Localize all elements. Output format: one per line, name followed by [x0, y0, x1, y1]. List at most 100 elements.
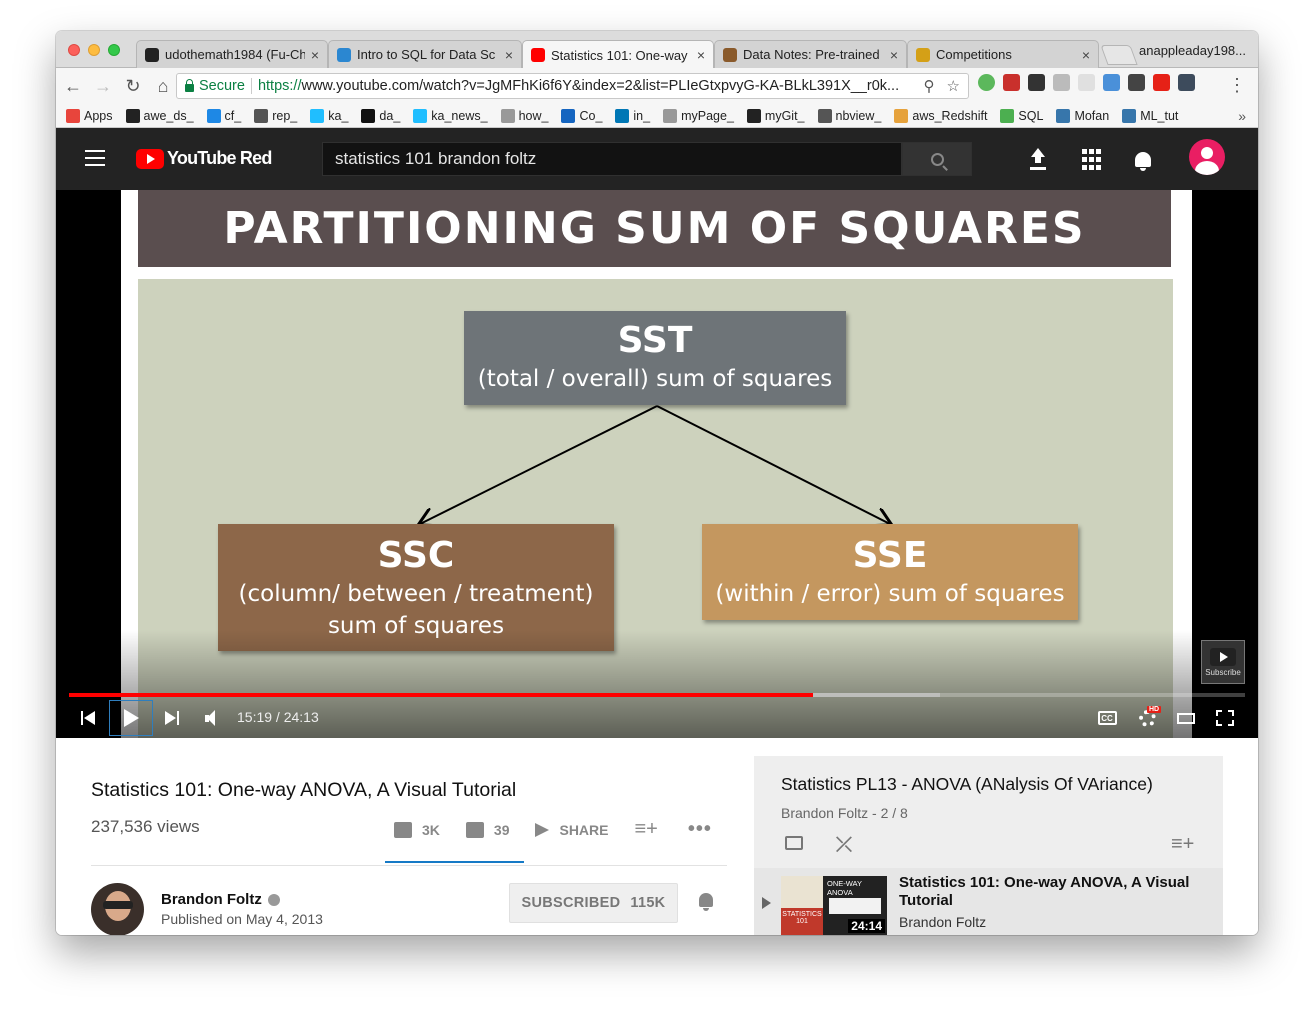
fullscreen-icon[interactable] [1214, 700, 1236, 736]
bookmark-item[interactable]: Co_ [561, 108, 603, 123]
loop-icon[interactable] [785, 836, 803, 850]
bookmark-item[interactable]: how_ [500, 108, 548, 123]
progress-bar[interactable] [69, 693, 1245, 697]
address-bar[interactable]: Secure https://www.youtube.com/watch?v=J… [176, 73, 969, 99]
search-button[interactable] [902, 142, 972, 176]
bookmark-label: Apps [84, 108, 113, 123]
bookmark-item[interactable]: awe_ds_ [125, 108, 194, 123]
profile-name[interactable]: anappleaday198... [1139, 43, 1246, 58]
tab-close-icon[interactable]: × [311, 47, 319, 63]
theater-mode-icon[interactable] [1175, 700, 1197, 736]
youtube-logo[interactable]: YouTube Red [136, 148, 272, 169]
bookmark-label: Co_ [579, 108, 603, 123]
bookmarks-overflow-icon[interactable]: » [1238, 108, 1246, 124]
extension-blue-icon[interactable] [1103, 74, 1120, 91]
search-input[interactable]: statistics 101 brandon foltz [322, 142, 902, 176]
bookmark-favicon-icon [254, 108, 269, 123]
notification-bell-icon[interactable] [697, 893, 715, 911]
video-title: Statistics 101: One-way ANOVA, A Visual … [91, 779, 517, 801]
tab-close-icon[interactable]: × [505, 47, 513, 63]
extension-dark-icon[interactable] [1178, 74, 1195, 91]
thumbs-down-icon [465, 821, 484, 838]
tab-3[interactable]: Statistics 101: One-way × [522, 40, 714, 69]
add-to-playlist-icon: ≡+ [634, 818, 658, 840]
bookmark-item[interactable]: Mofan [1056, 108, 1109, 123]
like-button[interactable]: 3K [394, 821, 440, 838]
bookmark-item[interactable]: aws_Redshift [894, 108, 987, 123]
bookmark-item[interactable]: Apps [66, 108, 113, 123]
browser-toolbar: ← → ↻ ⌂ Secure https://www.youtube.com/w… [56, 68, 1258, 104]
bookmark-item[interactable]: rep_ [254, 108, 297, 123]
playlist-item[interactable]: STATISTICS 101 ONE-WAY ANOVA 24:14 Stati… [754, 868, 1223, 935]
bookmark-item[interactable]: ka_ [310, 108, 348, 123]
tab-label: Competitions [936, 47, 1012, 62]
dislike-button[interactable]: 39 [465, 821, 509, 838]
bookmark-label: cf_ [224, 108, 242, 123]
minimize-window-button[interactable] [88, 44, 100, 56]
playlist-item-channel: Brandon Foltz [899, 914, 987, 930]
hamburger-menu-icon[interactable] [85, 150, 105, 166]
tab-5[interactable]: Competitions × [907, 40, 1099, 68]
bookmark-item[interactable]: in_ [615, 108, 650, 123]
reload-icon[interactable]: ↻ [120, 73, 146, 99]
tab-close-icon[interactable]: × [1082, 47, 1090, 63]
volume-icon[interactable] [198, 700, 222, 736]
arrow-sst-to-sse [656, 405, 890, 524]
new-tab-button[interactable] [1100, 45, 1138, 65]
bookmark-label: myPage_ [681, 108, 734, 123]
watermark-play-icon [1210, 647, 1236, 666]
url-scheme: https:// [257, 78, 302, 94]
browser-menu-icon[interactable]: ⋮ [1228, 75, 1246, 96]
close-window-button[interactable] [68, 44, 80, 56]
zoom-icon[interactable]: ⚲ [924, 77, 935, 95]
tab-close-icon[interactable]: × [697, 47, 705, 63]
bookmark-label: ka_news_ [431, 108, 488, 123]
back-arrow-icon[interactable]: ← [60, 73, 86, 99]
share-button[interactable]: SHARE [535, 822, 609, 838]
subscribed-button[interactable]: SUBSCRIBED 115K [509, 883, 678, 923]
save-playlist-icon[interactable]: ≡+ [1171, 833, 1194, 856]
bookmark-star-icon[interactable]: ☆ [947, 77, 960, 95]
notifications-bell-icon[interactable] [1132, 148, 1154, 171]
bookmark-item[interactable]: myPage_ [663, 108, 734, 123]
channel-avatar[interactable] [91, 883, 144, 935]
bookmark-item[interactable]: SQL [1000, 108, 1043, 123]
channel-name[interactable]: Brandon Foltz [161, 891, 280, 908]
secure-indicator[interactable]: Secure [185, 78, 245, 94]
tab-2[interactable]: Intro to SQL for Data Sc × [328, 40, 522, 68]
video-player[interactable]: PARTITIONING SUM OF SQUARES SST (total /… [56, 190, 1258, 738]
next-icon[interactable] [160, 700, 184, 736]
bookmark-item[interactable]: nbview_ [817, 108, 881, 123]
shuffle-icon[interactable]: ⤫ [836, 834, 852, 857]
subscribe-watermark[interactable]: Subscribe [1201, 640, 1245, 684]
extension-cog-icon[interactable] [1128, 74, 1145, 91]
tab-close-icon[interactable]: × [890, 47, 898, 63]
play-icon[interactable] [109, 700, 153, 736]
extension-grey-icon[interactable] [1053, 74, 1070, 91]
extension-red-book-icon[interactable] [1003, 74, 1020, 91]
view-count: 237,536 views [91, 817, 200, 836]
forward-arrow-icon[interactable]: → [90, 73, 116, 99]
playlist-item-thumbnail[interactable]: STATISTICS 101 ONE-WAY ANOVA 24:14 [781, 876, 887, 935]
playlist-title[interactable]: Statistics PL13 - ANOVA (ANalysis Of VAr… [781, 774, 1153, 795]
bookmark-item[interactable]: ka_news_ [413, 108, 488, 123]
home-icon[interactable]: ⌂ [150, 73, 176, 99]
captions-icon[interactable]: CC [1096, 700, 1118, 736]
extension-plus-icon[interactable] [1078, 74, 1095, 91]
bookmark-favicon-icon [1000, 108, 1015, 123]
bookmark-item[interactable]: myGit_ [746, 108, 805, 123]
bookmark-item[interactable]: da_ [361, 108, 400, 123]
previous-icon[interactable] [76, 700, 100, 736]
add-to-playlist-button[interactable]: ≡+ [635, 818, 662, 841]
tab-4[interactable]: Data Notes: Pre-trained × [714, 40, 907, 68]
apps-grid-icon[interactable] [1080, 148, 1102, 170]
zoom-window-button[interactable] [108, 44, 120, 56]
extension-g-icon[interactable] [1028, 74, 1045, 91]
extension-green-icon[interactable] [978, 74, 995, 91]
extension-youtube-icon[interactable] [1153, 74, 1170, 91]
bookmark-item[interactable]: cf_ [206, 108, 242, 123]
bookmark-item[interactable]: ML_tut [1122, 108, 1178, 123]
tab-1[interactable]: udothemath1984 (Fu-Ch × [136, 40, 328, 68]
account-avatar[interactable] [1189, 139, 1225, 175]
more-actions-button[interactable]: ••• [688, 818, 712, 841]
